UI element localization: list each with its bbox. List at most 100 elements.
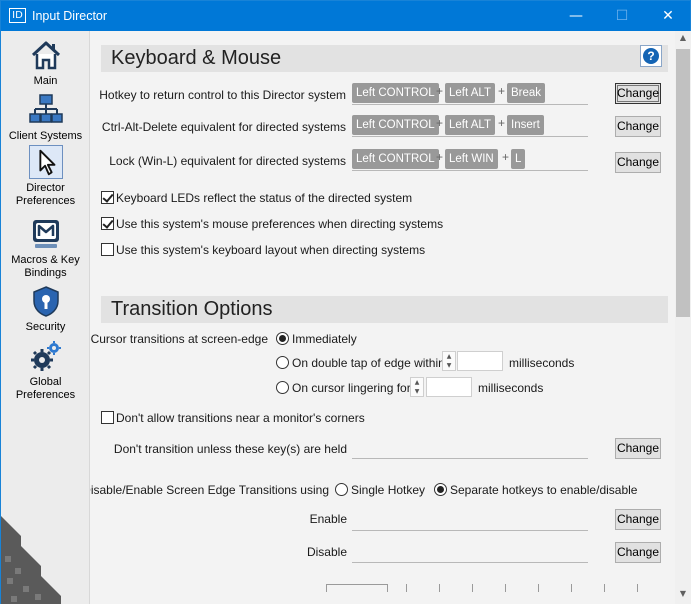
section-title-transition-options: Transition Options (101, 296, 668, 323)
plus-sign: + (436, 84, 444, 98)
scroll-down-icon[interactable]: ▼ (675, 589, 691, 603)
disable-hotkey-field[interactable] (352, 539, 588, 563)
slider-tick (637, 584, 638, 592)
sidebar-item-security[interactable]: Security (3, 284, 88, 334)
return-control-hotkey-field[interactable]: Left CONTROL + Left ALT + Break (352, 81, 588, 105)
single-hotkey-radio[interactable] (335, 483, 348, 496)
preferences-panel: Keyboard & Mouse ? Hotkey to return cont… (90, 31, 675, 604)
plus-sign: + (436, 116, 444, 130)
keycap: L (511, 149, 526, 169)
change-held-keys-button[interactable]: Change (615, 438, 661, 459)
plus-sign: + (498, 84, 506, 98)
gears-icon (30, 341, 61, 371)
held-keys-label: Don't transition unless these key(s) are… (113, 442, 347, 456)
home-icon (31, 41, 60, 70)
app-window: ID Input Director — ☐ ✕ Main Client Syst… (0, 0, 691, 604)
disable-enable-label: Disable/Enable Screen Edge Transitions u… (90, 483, 329, 497)
keyboard-leds-checkbox[interactable] (101, 191, 114, 204)
sidebar-item-macros-key-bindings[interactable]: Macros & Key Bindings (3, 217, 88, 280)
keyboard-layout-label: Use this system's keyboard layout when d… (116, 243, 426, 257)
linger-unit: milliseconds (478, 381, 544, 395)
plus-sign: + (498, 116, 506, 130)
linger-spinner[interactable]: ▲ ▼ (410, 377, 424, 397)
single-hotkey-label: Single Hotkey (351, 483, 426, 497)
double-tap-unit: milliseconds (509, 356, 575, 370)
mouse-preferences-checkbox[interactable] (101, 217, 114, 230)
app-logo-icon: ID (9, 8, 26, 23)
change-enable-hotkey-button[interactable]: Change (615, 509, 661, 530)
sidebar-item-main[interactable]: Main (3, 38, 88, 88)
partially-visible-slider[interactable] (326, 584, 666, 604)
keycap: Left CONTROL (352, 115, 439, 135)
vertical-scrollbar[interactable]: ▲ ▼ (675, 31, 691, 604)
linger-label: On cursor lingering for (292, 381, 411, 395)
spin-up-icon[interactable]: ▲ (411, 378, 423, 387)
ctrl-alt-del-label: Ctrl-Alt-Delete equivalent for directed … (101, 120, 346, 134)
separate-hotkeys-radio[interactable] (434, 483, 447, 496)
network-icon (28, 94, 63, 123)
slider-tick (604, 584, 605, 592)
cursor-transitions-label: Cursor transitions at screen-edge (90, 332, 268, 346)
help-icon: ? (643, 48, 659, 64)
slider-tick (538, 584, 539, 592)
keycap: Left ALT (445, 83, 495, 103)
keycap: Left ALT (445, 115, 495, 135)
keycap: Left WIN (445, 149, 498, 169)
keycap: Left CONTROL (352, 149, 439, 169)
keycap: Break (507, 83, 546, 103)
spin-down-icon[interactable]: ▼ (411, 387, 423, 396)
ctrl-alt-del-hotkey-field[interactable]: Left CONTROL + Left ALT + Insert (352, 113, 588, 137)
minimize-button[interactable]: — (553, 1, 599, 31)
close-button[interactable]: ✕ (645, 1, 691, 31)
sidebar-item-director-preferences[interactable]: Director Preferences (3, 145, 88, 208)
double-tap-radio[interactable] (276, 356, 289, 369)
sidebar-item-client-systems[interactable]: Client Systems (3, 93, 88, 143)
corners-checkbox[interactable] (101, 411, 114, 424)
help-button[interactable]: ? (640, 45, 662, 67)
plus-sign: + (502, 150, 510, 164)
keycap: Left CONTROL (352, 83, 439, 103)
double-tap-ms-input[interactable] (457, 351, 503, 371)
double-tap-label: On double tap of edge within (292, 356, 445, 370)
sidebar-item-label: Macros & Key Bindings (11, 254, 80, 279)
keycap: Insert (507, 115, 544, 135)
macro-icon (32, 220, 59, 248)
slider-tick (439, 584, 440, 592)
slider-thumb[interactable] (326, 584, 388, 592)
lock-hotkey-label: Lock (Win-L) equivalent for directed sys… (109, 154, 346, 168)
immediately-label: Immediately (292, 332, 357, 346)
enable-label: Enable (309, 512, 347, 526)
sidebar-item-label: Client Systems (8, 130, 83, 142)
maximize-button[interactable]: ☐ (599, 1, 645, 31)
slider-tick (505, 584, 506, 592)
spin-down-icon[interactable]: ▼ (443, 361, 455, 370)
change-return-hotkey-button[interactable]: Change (615, 83, 661, 104)
change-ctrl-alt-del-button[interactable]: Change (615, 116, 661, 137)
scrollbar-thumb[interactable] (676, 49, 690, 317)
cursor-icon (28, 145, 63, 179)
window-title: Input Director (32, 9, 108, 23)
enable-hotkey-field[interactable] (352, 507, 588, 531)
slider-tick (406, 584, 407, 592)
double-tap-spinner[interactable]: ▲ ▼ (442, 351, 456, 371)
sidebar-item-label: Global Preferences (15, 376, 76, 401)
spin-up-icon[interactable]: ▲ (443, 352, 455, 361)
slider-tick (472, 584, 473, 592)
change-lock-hotkey-button[interactable]: Change (615, 152, 661, 173)
linger-ms-input[interactable] (426, 377, 472, 397)
sidebar-item-global-preferences[interactable]: Global Preferences (3, 339, 88, 402)
sidebar-item-label: Security (25, 321, 66, 333)
keyboard-layout-checkbox[interactable] (101, 243, 114, 256)
change-disable-hotkey-button[interactable]: Change (615, 542, 661, 563)
slider-tick (571, 584, 572, 592)
lock-hotkey-field[interactable]: Left CONTROL + Left WIN + L (352, 147, 588, 171)
appnee-watermark (1, 516, 61, 604)
linger-radio[interactable] (276, 381, 289, 394)
shield-lock-icon (32, 286, 59, 317)
held-keys-field[interactable] (352, 435, 588, 459)
scroll-up-icon[interactable]: ▲ (675, 33, 691, 47)
corners-label: Don't allow transitions near a monitor's… (116, 411, 365, 425)
immediately-radio[interactable] (276, 332, 289, 345)
title-bar[interactable]: ID Input Director — ☐ ✕ (1, 1, 690, 31)
mouse-preferences-label: Use this system's mouse preferences when… (116, 217, 444, 231)
